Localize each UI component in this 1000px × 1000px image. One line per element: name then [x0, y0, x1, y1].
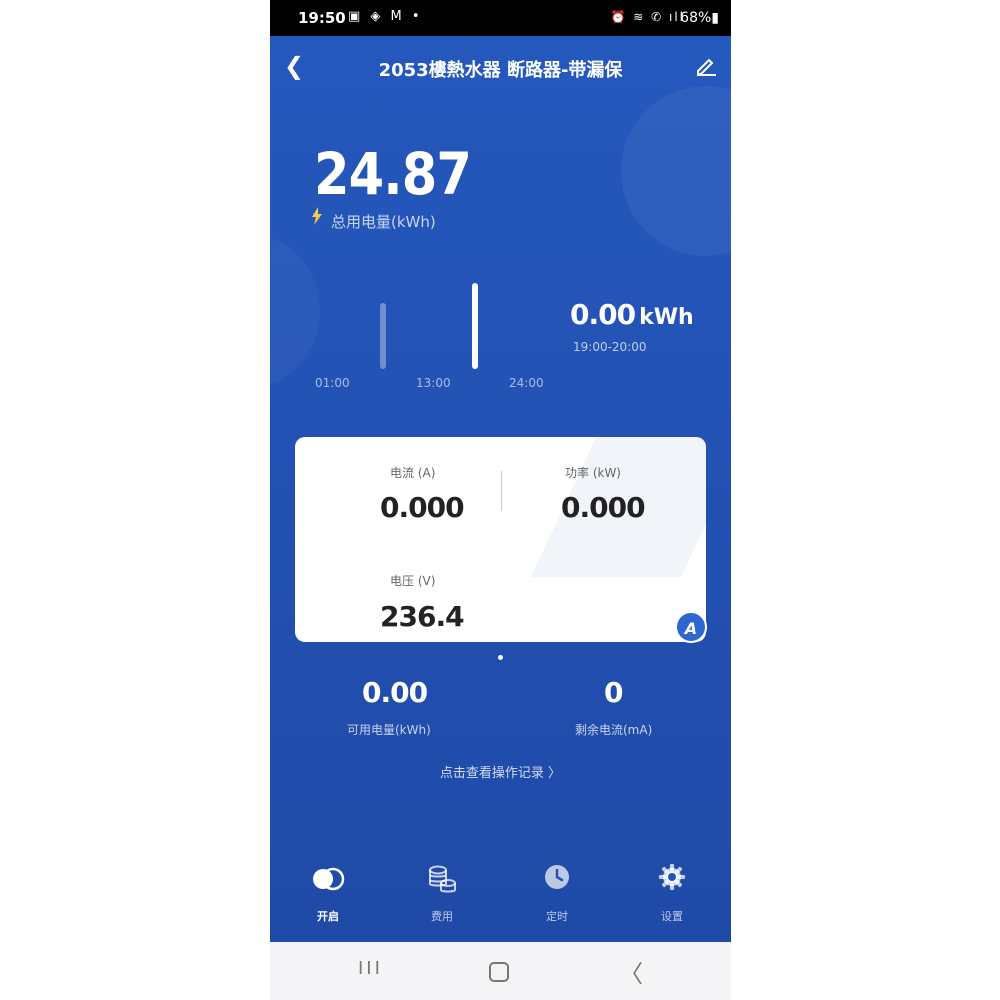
- chart-tick-label: 24:00: [509, 376, 544, 390]
- selected-time-range: 19:00-20:00: [573, 340, 647, 354]
- page-indicator-dot: [498, 655, 503, 660]
- voltage-value: 236.4: [380, 600, 465, 633]
- bolt-icon: [311, 207, 323, 229]
- edit-icon[interactable]: [695, 54, 717, 80]
- system-navigation-bar: III 〈: [270, 942, 731, 1000]
- nav-label: 费用: [431, 910, 453, 923]
- phone-screen: 19:50 ▣ ◈ M • ⏰ ≋ ✆ ıll 68%▮ ❮ 2053樓熱水器 …: [270, 0, 731, 1000]
- power-value: 0.000: [561, 491, 646, 524]
- status-bar: 19:50 ▣ ◈ M • ⏰ ≋ ✆ ıll 68%▮: [270, 0, 731, 36]
- auto-mode-badge[interactable]: A: [675, 611, 707, 643]
- total-energy-label: 总用电量(kWh): [331, 213, 436, 231]
- header: ❮ 2053樓熱水器 断路器-带漏保: [270, 36, 731, 100]
- nav-label: 开启: [317, 910, 339, 923]
- nav-power-on[interactable]: 开启: [288, 862, 368, 924]
- notification-icons: ▣ ◈ M •: [348, 9, 423, 24]
- nav-label: 设置: [661, 910, 683, 923]
- gear-icon: [632, 862, 712, 896]
- power-label: 功率 (kW): [565, 466, 621, 480]
- toggle-icon: [288, 862, 368, 896]
- recents-icon[interactable]: III: [358, 958, 383, 979]
- divider: [501, 471, 502, 511]
- operation-records-link[interactable]: 点击查看操作记录 〉: [270, 762, 731, 781]
- readings-card: 电流 (A) 0.000 功率 (kW) 0.000 电压 (V) 236.4: [295, 437, 706, 642]
- available-energy-label: 可用电量(kWh): [347, 723, 431, 737]
- nav-settings[interactable]: 设置: [632, 862, 712, 924]
- decor-blob: [621, 86, 731, 256]
- selected-value-number: 0.00: [570, 298, 636, 331]
- app-main: ❮ 2053樓熱水器 断路器-带漏保 24.87 总用电量(kWh) 01:00…: [270, 36, 731, 942]
- home-icon[interactable]: [489, 962, 509, 982]
- status-time: 19:50: [298, 9, 346, 27]
- battery-indicator: 68%▮: [680, 10, 719, 26]
- chart-bar[interactable]: [380, 303, 386, 369]
- system-status-icons: ⏰ ≋ ✆ ıll: [610, 10, 685, 24]
- chart-tick-label: 01:00: [315, 376, 350, 390]
- total-energy-value: 24.87: [314, 140, 472, 208]
- voltage-label: 电压 (V): [390, 574, 436, 588]
- back-icon[interactable]: ❮: [284, 52, 304, 80]
- clock-icon: [517, 862, 597, 896]
- coins-icon: [402, 862, 482, 896]
- current-value: 0.000: [380, 491, 465, 524]
- system-back-icon[interactable]: 〈: [619, 954, 643, 989]
- selected-value-unit: kWh: [639, 305, 694, 330]
- selected-bar-value: 0.00 kWh: [570, 298, 694, 331]
- nav-cost[interactable]: 费用: [402, 862, 482, 924]
- nav-label: 定时: [546, 910, 568, 923]
- nav-timer[interactable]: 定时: [517, 862, 597, 924]
- leakage-current-value: 0: [604, 676, 624, 709]
- decor-blob: [270, 236, 320, 386]
- available-energy-value: 0.00: [362, 676, 428, 709]
- page-title: 2053樓熱水器 断路器-带漏保: [378, 60, 623, 81]
- current-label: 电流 (A): [390, 466, 436, 480]
- chart-tick-label: 13:00: [416, 376, 451, 390]
- leakage-current-label: 剩余电流(mA): [575, 723, 653, 737]
- chart-bar-selected[interactable]: [472, 283, 478, 369]
